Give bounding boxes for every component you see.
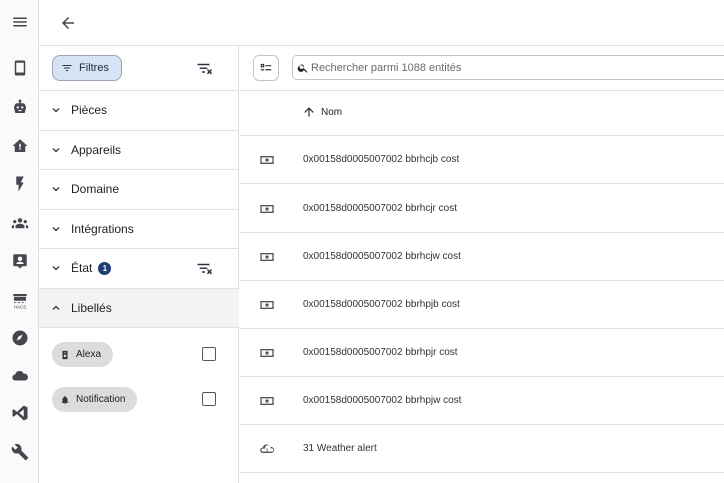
- filter-section-state[interactable]: État 1: [39, 249, 239, 289]
- table-row[interactable]: 0x00158d0005007002 bbrhcjr cost: [240, 185, 724, 233]
- chevron-down-icon: [49, 182, 63, 196]
- chevron-down-icon: [49, 103, 63, 117]
- cash-icon: [258, 392, 276, 410]
- top-bar: [39, 0, 724, 46]
- label-checkbox[interactable]: [202, 347, 216, 361]
- label-option-notification: Notification: [39, 383, 239, 417]
- checklist-icon: [259, 61, 273, 75]
- robot-icon[interactable]: [0, 94, 39, 120]
- chevron-down-icon: [49, 261, 63, 275]
- wrench-icon[interactable]: [0, 439, 39, 465]
- cash-icon: [258, 151, 276, 169]
- selection-mode-button[interactable]: [253, 55, 279, 81]
- compass-icon[interactable]: [0, 325, 39, 351]
- active-filter-count-badge: 1: [98, 261, 112, 275]
- clear-filters-icon[interactable]: [195, 59, 215, 79]
- back-arrow-icon[interactable]: [56, 11, 80, 35]
- svg-text:HACS: HACS: [13, 304, 26, 309]
- menu-icon[interactable]: [0, 9, 39, 35]
- entities-table-area: Nom 0x00158d0005007002 bbrhcjb cost 0x00…: [240, 46, 724, 483]
- entity-name: 31 Weather alert: [303, 443, 377, 454]
- phone-icon[interactable]: [0, 55, 39, 81]
- label-checkbox[interactable]: [202, 392, 216, 406]
- filter-section-label: Domaine: [71, 182, 120, 197]
- filter-section-devices[interactable]: Appareils: [39, 131, 239, 170]
- label-chip-text: Alexa: [76, 349, 102, 360]
- filters-pane: Filtres Pièces Appareils Domaine Intégra…: [39, 46, 239, 483]
- filter-section-integrations[interactable]: Intégrations: [39, 210, 239, 249]
- chevron-up-icon: [49, 301, 63, 315]
- sidebar-rail: HACS: [0, 0, 39, 483]
- table-row[interactable]: 0x00158d0005007002 bbrhpjr cost: [240, 329, 724, 377]
- filter-icon: [61, 62, 73, 74]
- table-row[interactable]: 0x00158d0005007002 bbrhpjb cost: [240, 281, 724, 329]
- entity-name: 0x00158d0005007002 bbrhcjb cost: [303, 154, 460, 165]
- table-toolbar: [240, 46, 724, 91]
- filters-toggle-button[interactable]: Filtres: [52, 55, 122, 81]
- search-field[interactable]: [292, 55, 724, 80]
- filter-section-label: Appareils: [71, 142, 122, 157]
- cash-icon: [258, 200, 276, 218]
- filter-section-label: Pièces: [71, 103, 108, 118]
- hacs-store-icon[interactable]: HACS: [0, 287, 39, 313]
- search-input[interactable]: [311, 61, 691, 74]
- table-row[interactable]: 0x00158d0005007002 bbrhpjw cost: [240, 377, 724, 425]
- cash-icon: [258, 344, 276, 362]
- speaker-icon: [60, 350, 70, 360]
- clear-state-filter-icon[interactable]: [195, 259, 215, 279]
- label-chip[interactable]: Notification: [52, 387, 138, 412]
- vscode-icon[interactable]: [0, 400, 39, 426]
- badge-account-icon[interactable]: [0, 248, 39, 274]
- bell-icon: [60, 395, 70, 405]
- filters-header: Filtres: [39, 46, 239, 91]
- table-row[interactable]: 31 Weather alert: [240, 425, 724, 473]
- home-alert-icon[interactable]: [0, 133, 39, 159]
- filter-section-rooms[interactable]: Pièces: [39, 91, 239, 131]
- filters-label: Filtres: [79, 62, 109, 74]
- table-row[interactable]: 0x00158d0005007002 bbrhcjb cost: [240, 136, 724, 184]
- search-icon: [297, 62, 311, 74]
- table-column-header: Nom: [240, 91, 724, 136]
- label-chip-text: Notification: [76, 394, 126, 405]
- entity-name: 0x00158d0005007002 bbrhpjw cost: [303, 395, 462, 406]
- label-option-alexa: Alexa: [39, 338, 239, 372]
- column-name-label: Nom: [321, 106, 343, 118]
- table-row[interactable]: 0x00158d0005007002 bbrhcjw cost: [240, 233, 724, 281]
- chevron-down-icon: [49, 222, 63, 236]
- flash-icon[interactable]: [0, 171, 39, 197]
- filter-section-label: État: [71, 261, 93, 276]
- cash-icon: [258, 248, 276, 266]
- people-icon[interactable]: [0, 210, 39, 236]
- cash-icon: [258, 296, 276, 314]
- sort-by-name-button[interactable]: Nom: [302, 105, 342, 119]
- filter-section-label: Intégrations: [71, 221, 134, 236]
- cloud-icon[interactable]: [0, 363, 39, 389]
- arrow-up-icon: [302, 105, 316, 119]
- entity-name: 0x00158d0005007002 bbrhcjr cost: [303, 202, 458, 214]
- filter-section-label: Libellés: [71, 300, 112, 315]
- entity-name: 0x00158d0005007002 bbrhcjw cost: [303, 251, 461, 262]
- entity-name: 0x00158d0005007002 bbrhpjb cost: [303, 299, 460, 310]
- chevron-down-icon: [49, 143, 63, 157]
- cloud-alert-icon: [258, 440, 276, 458]
- entity-name: 0x00158d0005007002 bbrhpjr cost: [303, 347, 458, 358]
- filter-section-domain[interactable]: Domaine: [39, 170, 239, 210]
- label-chip[interactable]: Alexa: [52, 342, 114, 367]
- filter-section-labels[interactable]: Libellés: [39, 288, 239, 328]
